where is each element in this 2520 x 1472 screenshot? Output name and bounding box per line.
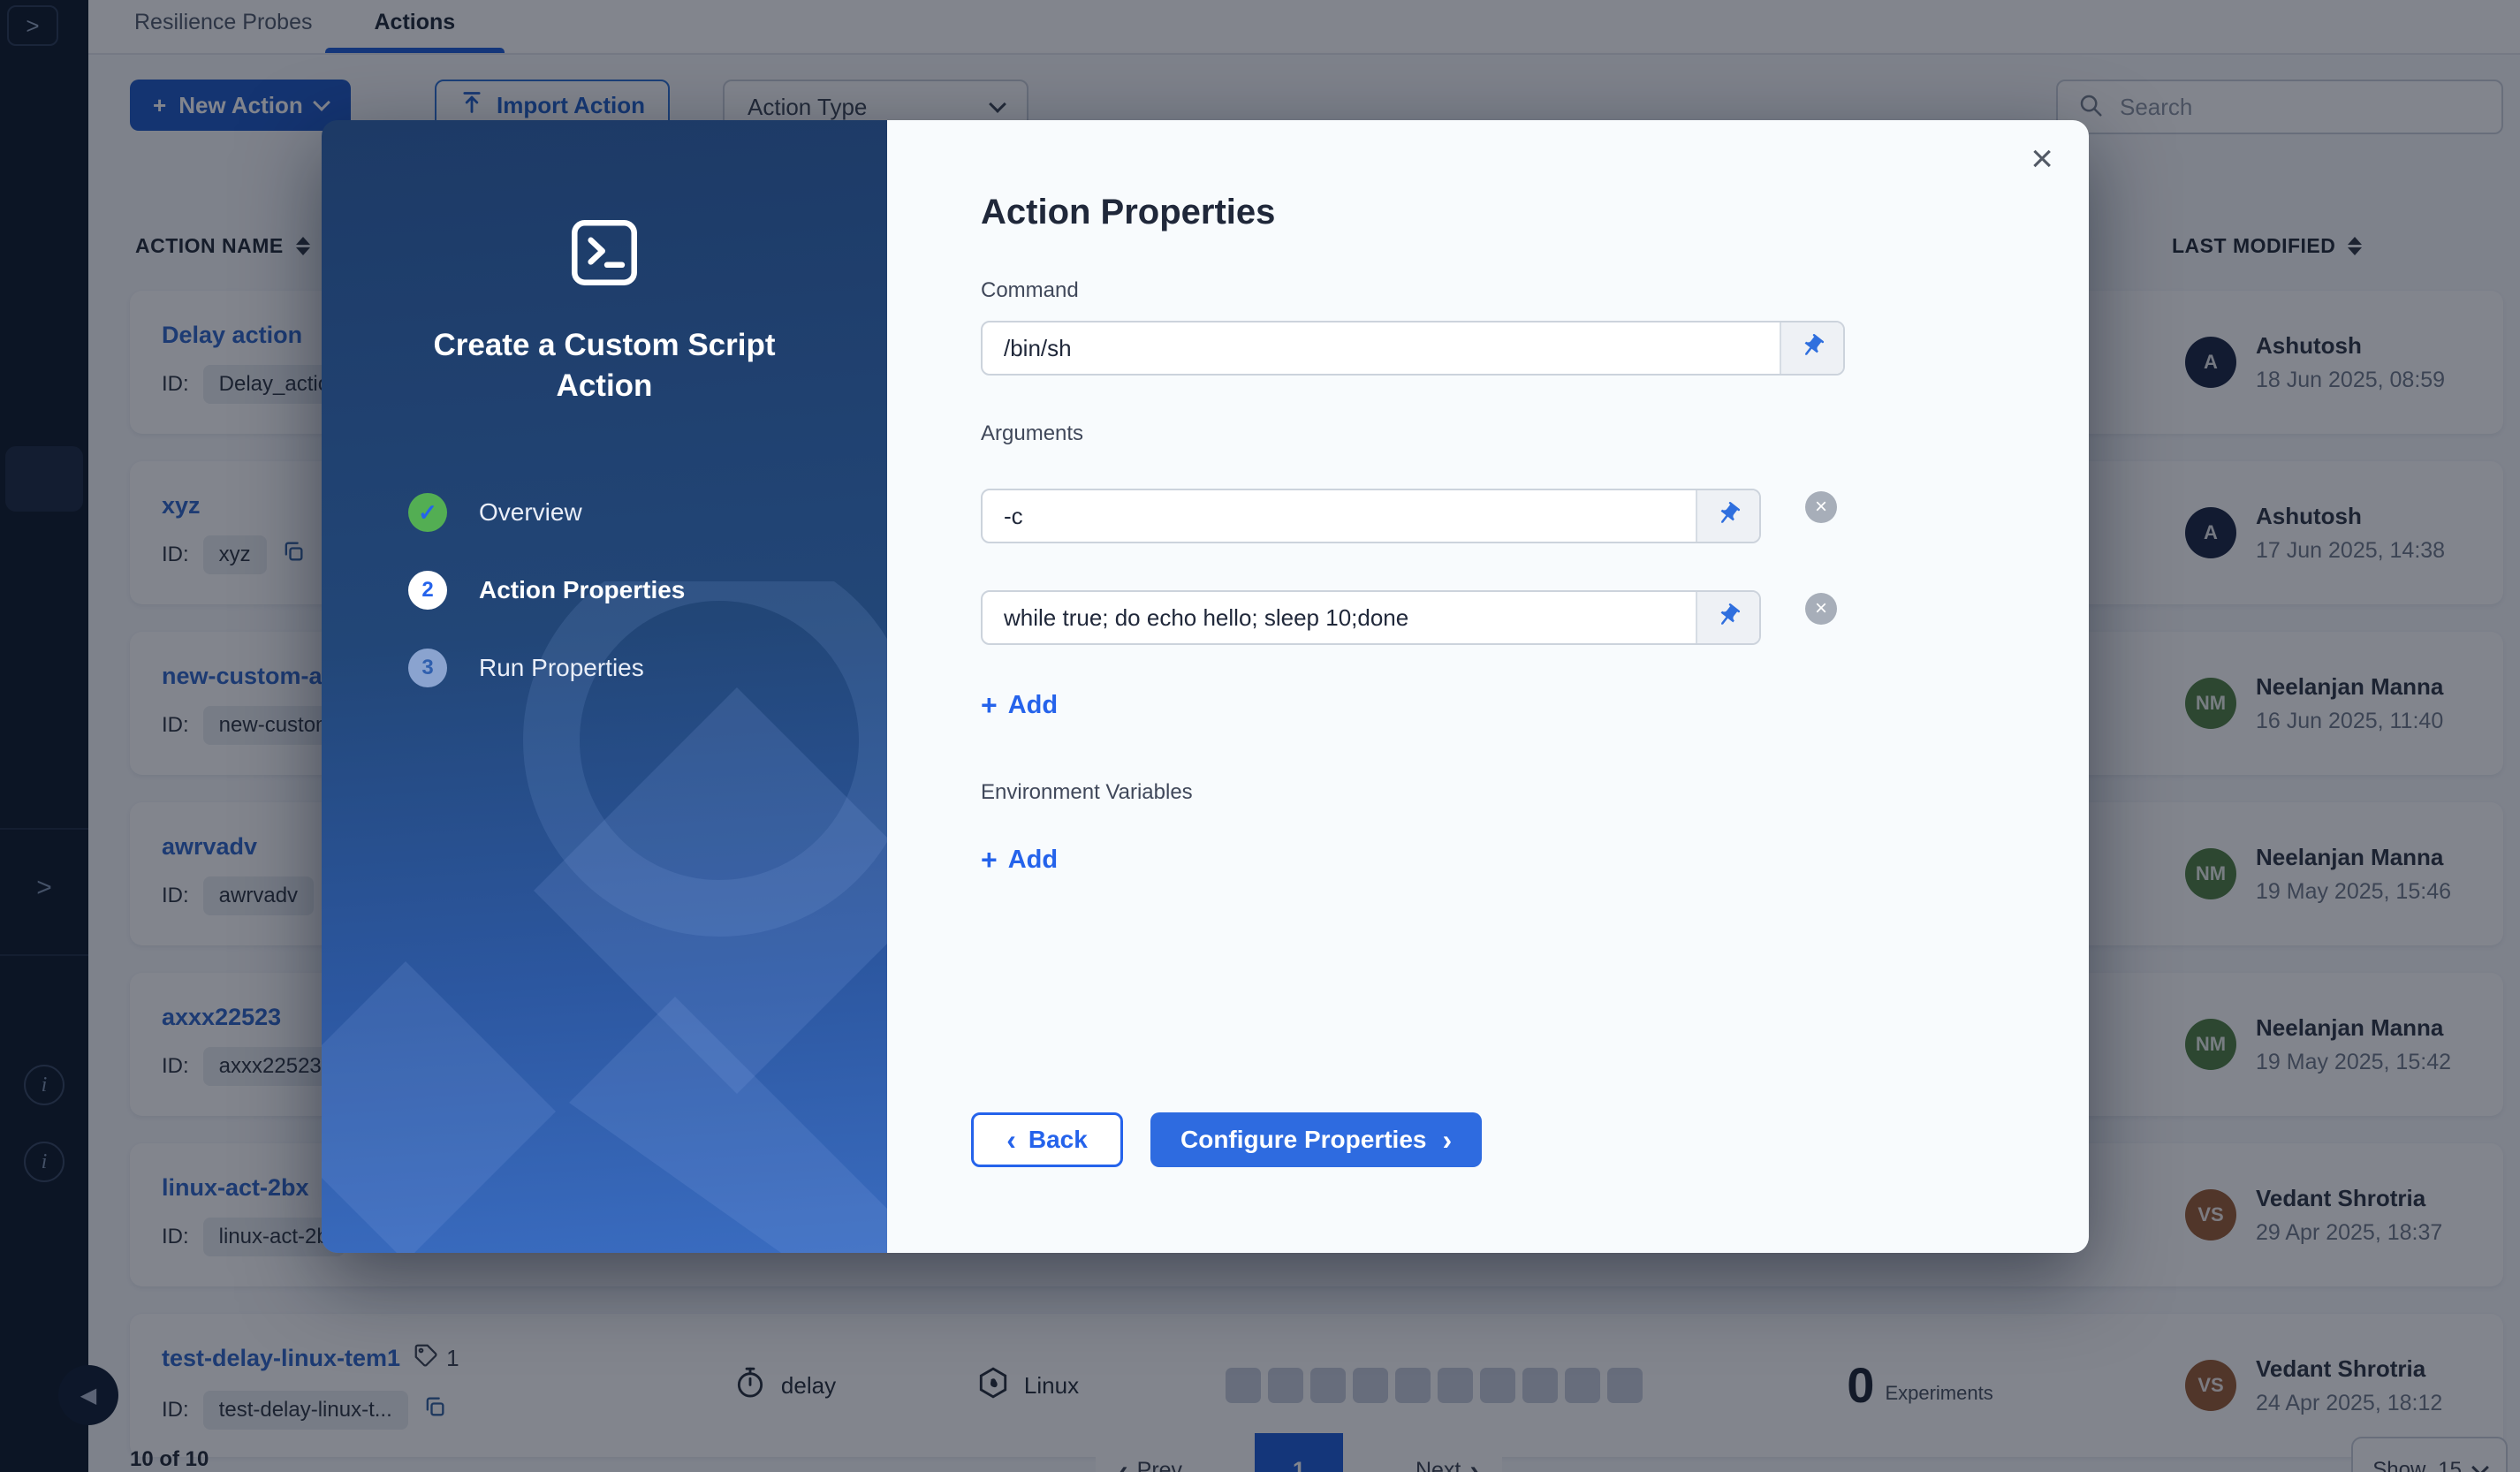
plus-icon: + bbox=[981, 844, 998, 876]
step-overview[interactable]: ✓ Overview bbox=[408, 493, 685, 532]
remove-argument-button[interactable]: × bbox=[1805, 593, 1837, 625]
step-label: Overview bbox=[479, 498, 582, 527]
pin-icon bbox=[1799, 333, 1825, 364]
argument-row: × bbox=[981, 573, 2089, 645]
pin-icon bbox=[1715, 501, 1742, 532]
step-run-properties[interactable]: 3 Run Properties bbox=[408, 649, 685, 687]
command-field-group bbox=[981, 321, 1845, 376]
chevron-left-icon: ‹ bbox=[1006, 1126, 1016, 1154]
close-icon[interactable]: × bbox=[2030, 140, 2053, 178]
step-action-properties[interactable]: 2 Action Properties bbox=[408, 571, 685, 610]
form-title: Action Properties bbox=[981, 193, 2089, 232]
argument-field-group bbox=[981, 590, 1761, 645]
arguments-list: × × bbox=[981, 471, 2089, 645]
argument-field-group bbox=[981, 489, 1761, 543]
terminal-icon bbox=[322, 212, 887, 298]
remove-argument-button[interactable]: × bbox=[1805, 491, 1837, 523]
command-input[interactable] bbox=[983, 322, 1780, 374]
pin-button[interactable] bbox=[1696, 592, 1759, 643]
pin-button[interactable] bbox=[1780, 322, 1843, 374]
command-label: Command bbox=[981, 278, 2089, 303]
step-number-icon: 3 bbox=[408, 649, 447, 687]
modal-footer: ‹ Back Configure Properties › bbox=[971, 1112, 1482, 1167]
step-label: Action Properties bbox=[479, 576, 685, 604]
argument-input[interactable] bbox=[983, 490, 1696, 542]
wizard-title: Create a Custom Script Action bbox=[322, 325, 887, 406]
step-number-icon: 2 bbox=[408, 571, 447, 610]
plus-icon: + bbox=[981, 689, 998, 722]
chevron-right-icon: › bbox=[1442, 1126, 1452, 1154]
configure-properties-button[interactable]: Configure Properties › bbox=[1150, 1112, 1482, 1167]
step-check-icon: ✓ bbox=[408, 493, 447, 532]
pin-button[interactable] bbox=[1696, 490, 1759, 542]
add-argument-button[interactable]: + Add bbox=[981, 689, 1058, 722]
modal-wizard-panel: Create a Custom Script Action ✓ Overview 2… bbox=[322, 120, 887, 1253]
arguments-label: Arguments bbox=[981, 421, 2089, 446]
argument-input[interactable] bbox=[983, 592, 1696, 643]
wizard-stepper: ✓ Overview 2 Action Properties 3 Run Properti… bbox=[408, 493, 685, 687]
back-button[interactable]: ‹ Back bbox=[971, 1112, 1123, 1167]
modal-form-panel: × Action Properties Command Arguments × … bbox=[887, 120, 2089, 1253]
create-custom-script-action-modal: Create a Custom Script Action ✓ Overview 2… bbox=[322, 120, 2089, 1253]
environment-variables-label: Environment Variables bbox=[981, 780, 2089, 805]
argument-row: × bbox=[981, 471, 2089, 543]
pin-icon bbox=[1715, 603, 1742, 634]
step-label: Run Properties bbox=[479, 654, 644, 682]
add-env-variable-button[interactable]: + Add bbox=[981, 844, 1058, 876]
